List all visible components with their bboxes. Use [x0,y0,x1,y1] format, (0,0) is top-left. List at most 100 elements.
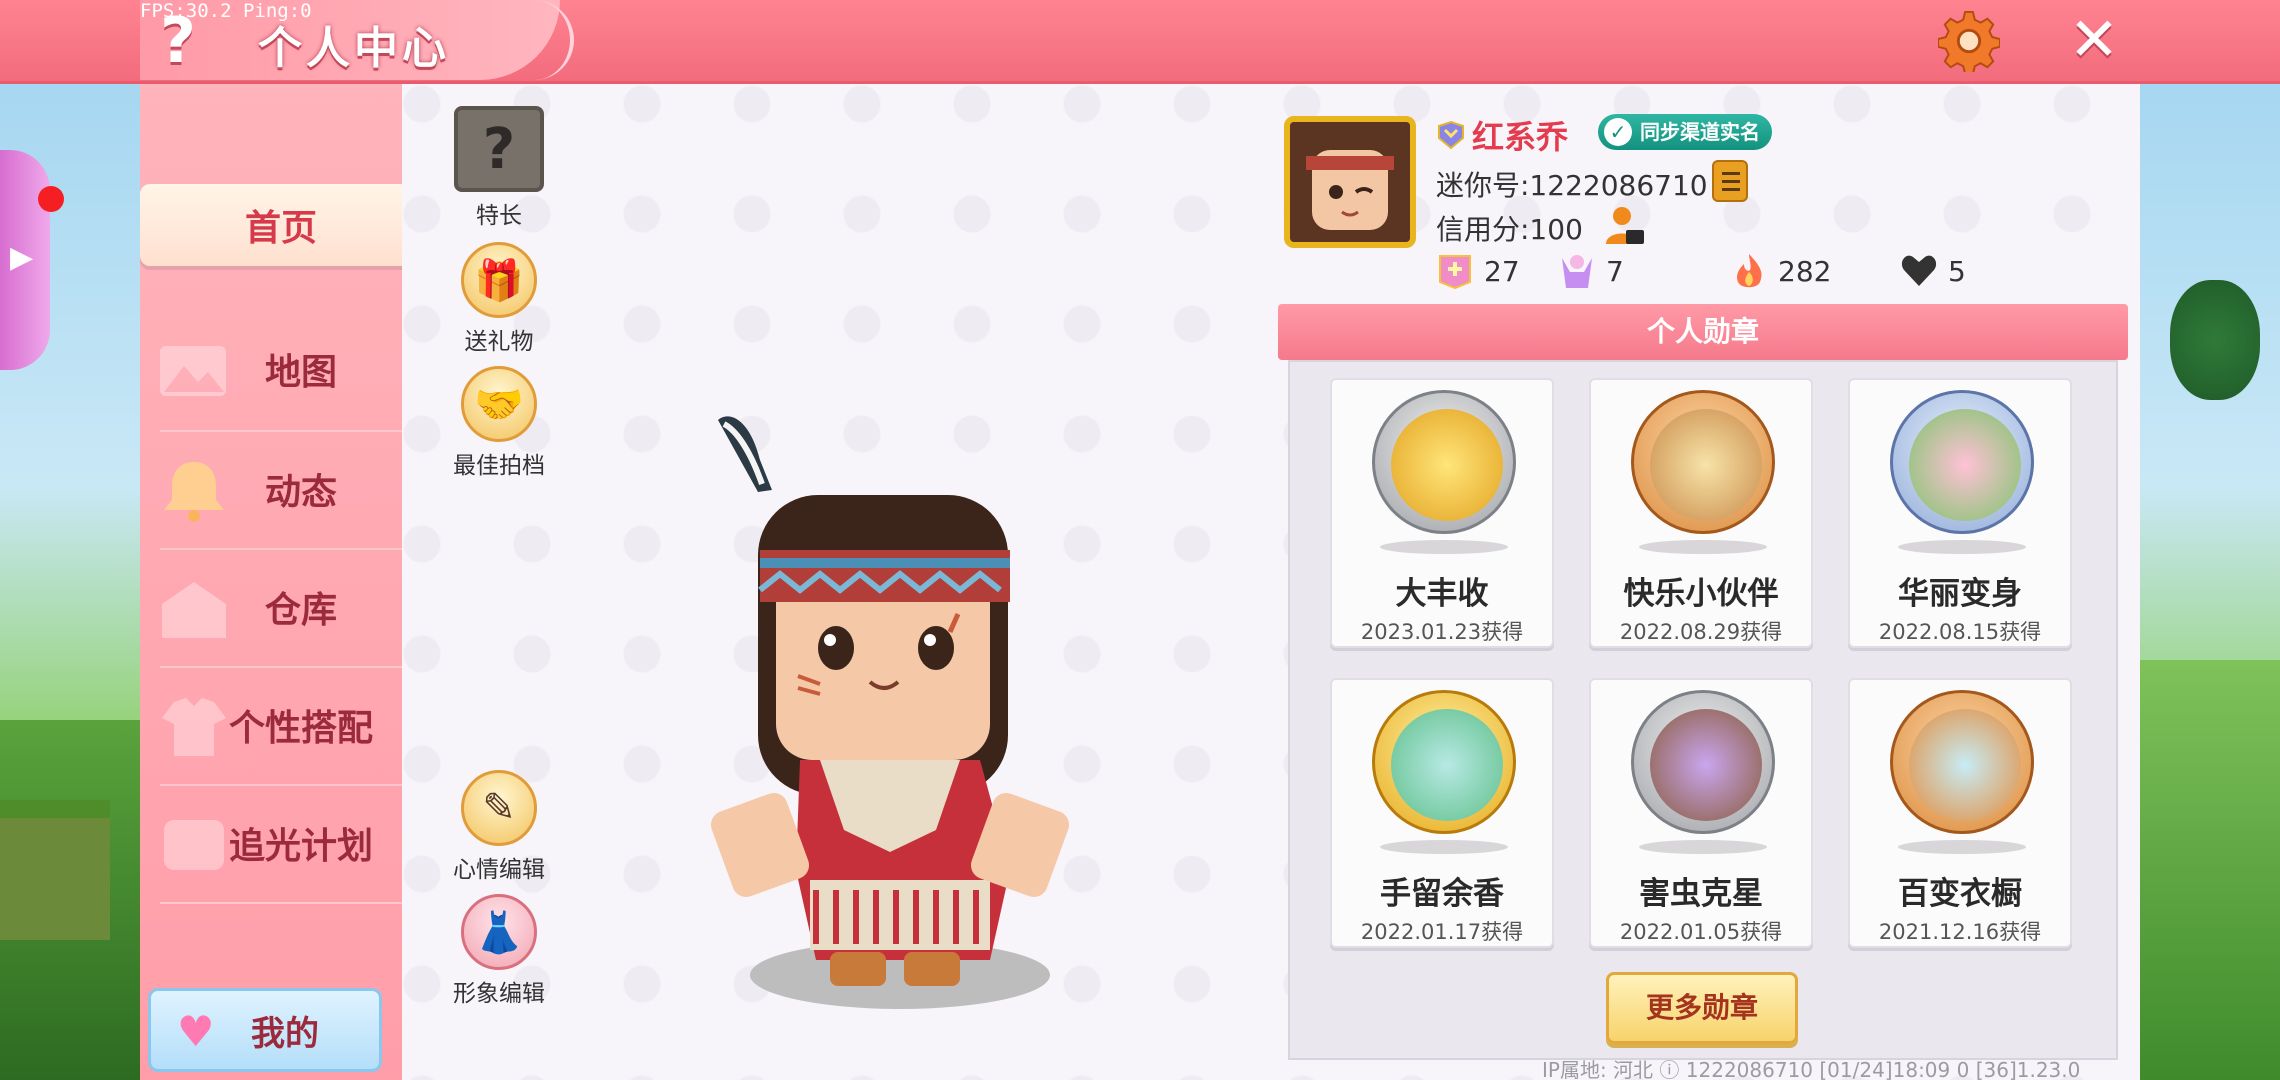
sync-badge-label: 同步渠道实名 [1640,120,1760,144]
cheer-icon [1562,255,1592,288]
medal-name: 害虫克星 [1639,876,1763,912]
medal-date: 2022.01.05获得 [1619,920,1783,944]
transformation-medal-icon [1890,390,2034,534]
rank-badge-icon [1438,120,1464,150]
send-gift-button[interactable]: 🎁 送礼物 [444,242,554,356]
notification-dot [38,186,64,212]
medal-card[interactable]: 华丽变身 2022.08.15获得 [1848,378,2072,648]
sidebar-item-label: 地图 [264,352,337,393]
talent-button[interactable]: ? 特长 [444,106,554,230]
grass-right [2140,660,2280,1080]
sidebar-item-plan[interactable]: 追光计划 [140,784,402,902]
popularity-value: 282 [1778,254,1832,288]
medal-shadow [1380,540,1508,554]
top-bar: ? 个人中心 FPS:30.2 Ping:0 ✕ [0,0,2280,84]
sidebar-item-label: 首页 [244,208,317,249]
medal-name: 手留余香 [1380,876,1504,912]
best-partner-label: 最佳拍档 [453,453,545,479]
sidebar-item-map[interactable]: 地图 [140,310,402,428]
cheer-value: 7 [1606,254,1624,288]
me-button[interactable]: ♥ 我的 [148,988,382,1072]
medal-card[interactable]: 手留余香 2022.01.17获得 [1330,678,1554,948]
copy-icon[interactable] [1712,160,1748,202]
handshake-icon: 🤝 [461,366,537,442]
medal-shadow [1898,540,2026,554]
fragrance-medal-icon [1372,690,1516,834]
heart-icon [1901,255,1937,286]
medal-section-header: 个人勋章 [1278,304,2128,360]
more-medals-button[interactable]: 更多勋章 [1606,972,1798,1044]
wardrobe-medal-icon [1890,690,2034,834]
warehouse-icon [162,582,226,638]
sidebar-item-outfit[interactable]: 个性搭配 [140,666,402,784]
medal-name: 快乐小伙伴 [1623,576,1779,612]
medal-shadow [1639,840,1767,854]
level-badge-icon [1439,255,1471,290]
send-gift-label: 送礼物 [464,329,534,355]
me-button-label: 我的 [251,1013,319,1054]
sidebar-item-feed[interactable]: 动态 [140,430,402,548]
gift-icon: 🎁 [461,242,537,318]
plan-icon [164,820,224,870]
sidebar: 首页 地图 动态 仓库 个性搭配 追光计划 [140,84,402,1080]
best-partner-button[interactable]: 🤝 最佳拍档 [444,366,554,480]
grass-block [0,800,110,940]
heart-icon: ♥ [177,1007,215,1056]
talent-label: 特长 [476,203,522,229]
pest-buster-medal-icon [1631,690,1775,834]
medal-card[interactable]: 百变衣橱 2021.12.16获得 [1848,678,2072,948]
chevron-right-icon: ▶ [10,240,34,275]
avatar-edit-label: 形象编辑 [453,981,545,1007]
close-icon[interactable]: ✕ [2066,10,2122,70]
divider [160,902,402,904]
outfit-icon: 👗 [461,894,537,970]
map-icon [160,346,226,396]
medal-shadow [1639,540,1767,554]
harvest-medal-icon [1372,390,1516,534]
credit-score: 信用分:100 [1436,213,1583,246]
mini-id: 迷你号:1222086710 [1436,169,1708,202]
footer-info: IP属地: 河北 ⓘ 1222086710 [01/24]18:09 0 [36… [1542,1058,2081,1080]
medal-shadow [1380,840,1508,854]
medal-date: 2022.01.17获得 [1360,920,1524,944]
medal-name: 百变衣橱 [1898,876,2022,912]
sidebar-item-label: 个性搭配 [228,708,373,749]
likes-stat[interactable]: 5 [1900,252,1966,290]
likes-value: 5 [1948,254,1966,288]
sidebar-item-label: 追光计划 [228,826,373,867]
avatar[interactable] [1284,116,1416,248]
stats-row: 27 7 282 5 [1436,252,1996,296]
level-value: 27 [1484,254,1520,288]
medal-name: 大丰收 [1395,576,1489,612]
level-stat[interactable]: 27 [1436,252,1520,290]
sidebar-item-label: 动态 [264,472,337,513]
mood-edit-label: 心情编辑 [453,857,545,883]
sidebar-item-warehouse[interactable]: 仓库 [140,548,402,666]
medal-date: 2021.12.16获得 [1878,920,2042,944]
cheer-stat[interactable]: 7 [1558,252,1624,290]
sidebar-item-label: 仓库 [264,590,337,631]
tree [2170,280,2260,400]
popularity-stat[interactable]: 282 [1730,252,1831,290]
medal-card[interactable]: 快乐小伙伴 2022.08.29获得 [1589,378,1813,648]
question-mark-icon: ? [454,106,544,192]
sync-realname-badge[interactable]: ✓ 同步渠道实名 [1598,114,1772,150]
user-check-icon: ✓ [1604,118,1632,146]
character-model[interactable] [680,400,1080,1020]
flame-icon [1737,254,1762,288]
sidebar-item-home[interactable]: 首页 [140,184,402,266]
avatar-edit-button[interactable]: 👗 形象编辑 [444,894,554,1008]
medal-date: 2022.08.15获得 [1878,620,2042,644]
outfit-icon [162,698,226,756]
medal-date: 2023.01.23获得 [1360,620,1524,644]
medal-shadow [1898,840,2026,854]
credit-user-icon[interactable] [1604,204,1646,246]
medal-card[interactable]: 大丰收 2023.01.23获得 [1330,378,1554,648]
medal-date: 2022.08.29获得 [1619,620,1783,644]
fps-counter: FPS:30.2 Ping:0 [140,0,312,22]
mood-edit-button[interactable]: ✎ 心情编辑 [444,770,554,884]
medal-name: 华丽变身 [1898,576,2022,612]
medal-card[interactable]: 害虫克星 2022.01.05获得 [1589,678,1813,948]
nickname: 红系乔 [1472,118,1569,156]
gear-icon[interactable] [1938,10,2000,72]
